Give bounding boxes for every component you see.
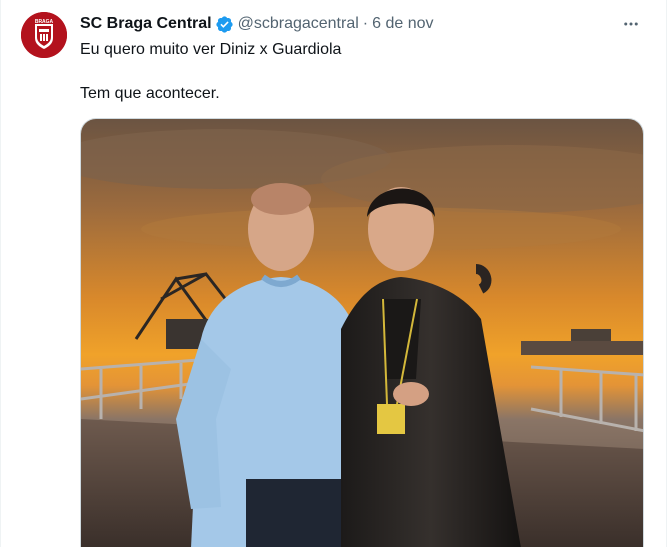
- tweet-text: Eu quero muito ver Diniz x Guardiola Tem…: [80, 39, 640, 105]
- more-options-icon[interactable]: [620, 13, 642, 35]
- display-name[interactable]: SC Braga Central: [80, 14, 212, 34]
- tweet-photo[interactable]: [80, 118, 644, 547]
- tweet-date[interactable]: 6 de nov: [372, 14, 433, 34]
- tweet-text-line: Tem que acontecer.: [80, 85, 220, 102]
- handle[interactable]: @scbragacentral: [238, 14, 359, 34]
- tweet-text-line: Eu quero muito ver Diniz x Guardiola: [80, 41, 342, 58]
- avatar[interactable]: BRAGA: [21, 12, 67, 58]
- avatar-label: BRAGA: [35, 19, 54, 25]
- tweet-header: SC Braga Central @scbragacentral · 6 de …: [80, 13, 646, 35]
- photo-two-men-sunset: [81, 119, 643, 547]
- braga-crest-icon: BRAGA: [21, 12, 67, 58]
- separator-dot: ·: [362, 15, 369, 32]
- tweet-card[interactable]: BRAGA SC Braga Central @scbragacentral ·…: [0, 0, 667, 547]
- verified-badge-icon[interactable]: [215, 15, 234, 34]
